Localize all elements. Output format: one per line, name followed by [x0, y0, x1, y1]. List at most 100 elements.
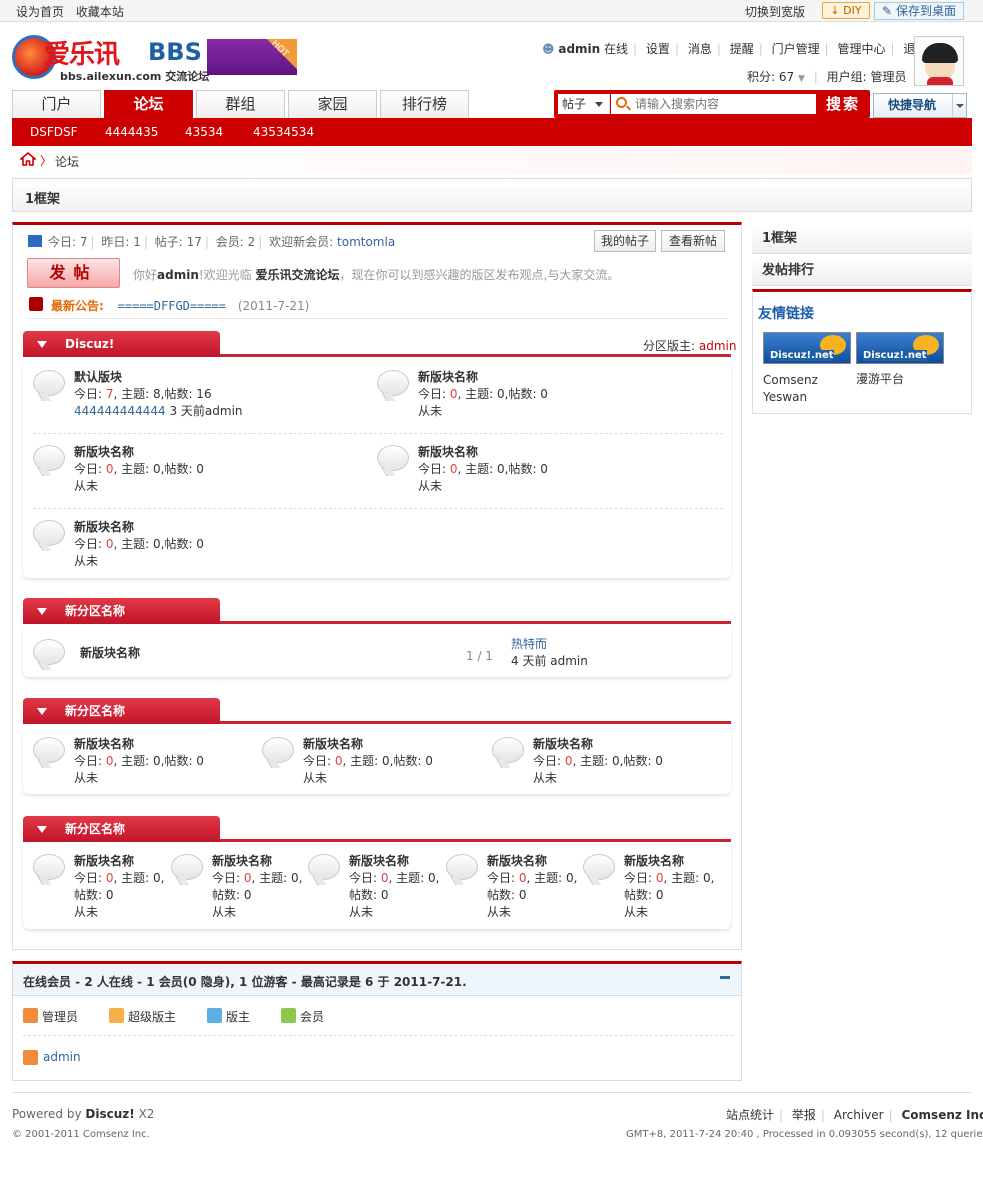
admin-user-icon	[23, 1050, 38, 1065]
friend-logo-text: Discuz!.net	[863, 350, 927, 361]
forum-counts: , 主题: 0,帖数: 0	[113, 462, 204, 476]
discuz-link[interactable]: Discuz!	[85, 1107, 134, 1121]
forum-title[interactable]: 新版块名称	[418, 369, 548, 386]
forum-today-label: 今日:	[74, 871, 103, 885]
home-icon[interactable]	[20, 152, 36, 166]
forum-today-count: 0	[449, 387, 458, 401]
friend-link-name[interactable]: Comsenz Yeswan	[763, 372, 818, 406]
messages-link[interactable]: 消息	[688, 42, 712, 56]
tab-ranking[interactable]: 排行榜	[380, 90, 469, 118]
breadcrumb-current[interactable]: 论坛	[55, 153, 79, 170]
forum-today-label: 今日:	[74, 754, 103, 768]
category-tab[interactable]: 新分区名称	[23, 598, 220, 624]
new-threads-button[interactable]: 查看新帖	[661, 230, 725, 252]
search-type-select[interactable]: 帖子	[558, 94, 610, 114]
admin-center-link[interactable]: 管理中心	[837, 42, 885, 56]
forum-title[interactable]: 新版块名称	[624, 853, 714, 870]
moderator-link[interactable]: admin	[699, 339, 737, 353]
search-input[interactable]	[611, 94, 816, 114]
tab-groups[interactable]: 群组	[196, 90, 285, 118]
archiver-link[interactable]: Archiver	[834, 1108, 884, 1122]
forum-last-thread[interactable]: 444444444444	[74, 404, 166, 418]
forum-title[interactable]: 新版块名称	[418, 444, 548, 461]
settings-link[interactable]: 设置	[646, 42, 670, 56]
tab-forum[interactable]: 论坛	[104, 90, 193, 118]
user-group: 用户组: 管理员	[826, 70, 907, 84]
forum-last-thread[interactable]: 热特而	[511, 637, 547, 651]
forum-last-info: 热特而 4 天前 admin	[511, 636, 588, 670]
forum-title[interactable]: 新版块名称	[487, 853, 577, 870]
sidebar-frame-title: 1框架	[752, 224, 972, 254]
forum-bubble-icon	[492, 737, 524, 763]
subnav-item[interactable]: 43534	[185, 125, 223, 139]
tab-portal[interactable]: 门户	[12, 90, 101, 118]
forum-title[interactable]: 新版块名称	[349, 853, 439, 870]
avatar[interactable]	[914, 36, 964, 86]
forum-title[interactable]: 新版块名称	[74, 853, 164, 870]
notifications-link[interactable]: 提醒	[730, 42, 754, 56]
friend-link-name-1: Comsenz	[763, 373, 818, 387]
forum-item: 新版块名称 今日: 0, 主题: 0, 帖数: 0 从未	[624, 853, 714, 921]
category-tab[interactable]: 新分区名称	[23, 698, 220, 724]
chevron-down-icon[interactable]: ▼	[798, 74, 805, 84]
credit-link[interactable]: 积分: 67	[747, 70, 794, 84]
bookmark-link[interactable]: 收藏本站	[76, 5, 124, 19]
forum-title[interactable]: 新版块名称	[212, 853, 302, 870]
quick-nav-button[interactable]: 快捷导航	[873, 93, 967, 118]
subnav-item[interactable]: 4444435	[105, 125, 158, 139]
legend-member: 会员	[300, 1010, 325, 1024]
online-user-link[interactable]: admin	[43, 1050, 81, 1064]
forum-today-count: 0	[380, 871, 389, 885]
set-home-link[interactable]: 设为首页	[16, 5, 64, 19]
tab-home[interactable]: 家园	[288, 90, 377, 118]
logo-name[interactable]: 爱乐讯	[44, 34, 120, 71]
forum-title[interactable]: 新版块名称	[303, 736, 433, 753]
report-link[interactable]: 举报	[792, 1108, 816, 1122]
moderator-label: 分区版主:	[643, 339, 696, 353]
category-tab[interactable]: 新分区名称	[23, 816, 220, 842]
subnav-item[interactable]: 43534534	[253, 125, 314, 139]
forum-counts-cont: 帖数: 0	[349, 888, 389, 902]
diy-button[interactable]: ↓ DIY	[822, 2, 870, 19]
forum-title[interactable]: 新版块名称	[74, 519, 204, 536]
logo-subtitle: bbs.ailexun.com 交流论坛	[60, 70, 210, 83]
save-desktop-button[interactable]: ✎ 保存到桌面	[874, 2, 964, 20]
category-name: 新分区名称	[65, 822, 126, 836]
forum-title[interactable]: 新版块名称	[533, 736, 663, 753]
friend-link-logo[interactable]: Discuz!.net	[856, 332, 944, 364]
forum-title[interactable]: 默认版块	[74, 369, 243, 386]
my-threads-button[interactable]: 我的帖子	[594, 230, 656, 252]
forum-counts: , 主题: 0,帖数: 0	[457, 387, 548, 401]
forum-counts-cont: 帖数: 0	[624, 888, 664, 902]
new-member-link[interactable]: tomtomla	[337, 235, 395, 249]
sidebar-ranking-title: 发帖排行	[752, 256, 972, 286]
site-stats-link[interactable]: 站点统计	[726, 1108, 774, 1122]
friend-link-logo[interactable]: Discuz!.net	[763, 332, 851, 364]
forum-today-count: 0	[105, 537, 114, 551]
logo-bbs[interactable]: BBS	[148, 38, 202, 66]
powered-by: Powered by Discuz! X2	[12, 1107, 154, 1121]
portal-admin-link[interactable]: 门户管理	[772, 42, 820, 56]
username-link[interactable]: admin	[558, 42, 600, 56]
forum-item: 新版块名称 今日: 0, 主题: 0,帖数: 0 从未	[74, 519, 204, 570]
forum-today-count: 0	[105, 462, 114, 476]
category-name: 新分区名称	[65, 704, 126, 718]
super-mod-user-icon	[109, 1008, 124, 1023]
post-button[interactable]: 发帖	[27, 258, 120, 288]
switch-wide-link[interactable]: 切换到宽版	[745, 3, 805, 20]
announcement-date: (2011-7-21)	[237, 299, 310, 313]
company-link[interactable]: Comsenz Inc.	[902, 1108, 983, 1122]
forum-item: 新版块名称 今日: 0, 主题: 0,帖数: 0 从未	[74, 444, 204, 495]
forum-title[interactable]: 新版块名称	[74, 736, 204, 753]
forum-title[interactable]: 新版块名称	[80, 645, 140, 662]
friend-link-name[interactable]: 漫游平台	[856, 370, 904, 387]
category-name: Discuz!	[65, 337, 115, 351]
announcement-link[interactable]: =====DFFGD=====	[118, 299, 226, 313]
forum-title[interactable]: 新版块名称	[74, 444, 204, 461]
forum-item: 默认版块 今日: 7, 主题: 8,帖数: 16 444444444444 3 …	[74, 369, 243, 420]
collapse-icon[interactable]	[720, 976, 730, 979]
category-tab[interactable]: Discuz!	[23, 331, 220, 357]
welcome-site: 爱乐讯交流论坛	[255, 268, 340, 282]
subnav-item[interactable]: DSFDSF	[30, 125, 78, 139]
search-button[interactable]: 搜索	[818, 92, 868, 116]
